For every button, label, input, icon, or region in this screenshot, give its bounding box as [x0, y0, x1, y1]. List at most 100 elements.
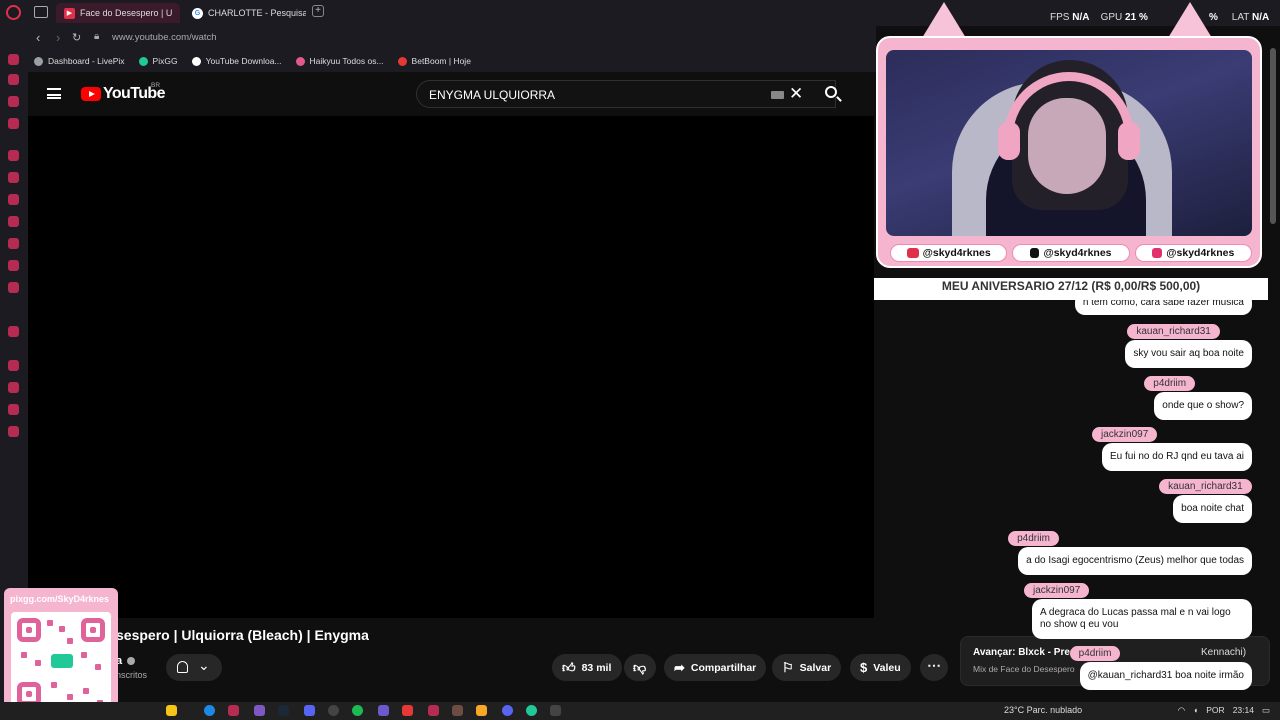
search-box[interactable]: ENYGMA ULQUIORRA ✕	[416, 80, 836, 108]
sidebar-settings-icon[interactable]	[8, 426, 19, 437]
steam-icon[interactable]	[278, 705, 289, 716]
sidebar-x-icon[interactable]	[8, 260, 19, 271]
opera-taskbar-icon[interactable]	[228, 705, 239, 716]
volume-icon[interactable]: ◖	[1193, 705, 1198, 716]
notifications-icon[interactable]: ▭	[1262, 705, 1270, 716]
gpu-value: 21 %	[1125, 12, 1148, 23]
app-icon[interactable]	[428, 705, 439, 716]
app-icon[interactable]	[502, 705, 513, 716]
chat-message: p4driim @kauan_richard31 boa noite irmão	[1069, 646, 1252, 690]
bookmark-pixgg[interactable]: PixGG	[138, 56, 178, 66]
qr-module	[35, 660, 41, 666]
search-button[interactable]	[814, 80, 850, 108]
chat-message-text: Eu fui no do RJ qnd eu tava ai	[1102, 443, 1252, 471]
qr-module	[51, 682, 57, 688]
video-player[interactable]	[28, 116, 874, 618]
bookmark-label: BetBoom | Hoje	[411, 56, 471, 66]
tab-youtube[interactable]: ▶ Face do Desespero | U	[56, 3, 180, 23]
google-favicon-icon: G	[192, 7, 203, 19]
discord-taskbar-icon[interactable]	[304, 705, 315, 716]
copilot-icon[interactable]	[166, 705, 177, 716]
more-actions-button[interactable]: ⋯	[920, 654, 948, 681]
share-button[interactable]: ➦ Compartilhar	[664, 654, 767, 681]
sidebar-history-icon[interactable]	[8, 360, 19, 371]
dislike-button[interactable]: 👎︎	[624, 654, 656, 681]
app-icon[interactable]	[254, 705, 265, 716]
social-youtube: @skyd4rknes	[890, 244, 1008, 262]
youtube-logo-icon[interactable]	[81, 87, 101, 101]
search-input[interactable]: ENYGMA ULQUIORRA	[429, 88, 555, 102]
notifications-button[interactable]: ⌄	[166, 654, 222, 681]
sidebar-discord-icon[interactable]	[8, 282, 19, 293]
sidebar-clock-icon[interactable]	[8, 382, 19, 393]
like-button[interactable]: 👍︎ 83 mil	[552, 654, 622, 681]
qr-module	[83, 688, 89, 694]
app-icon[interactable]	[526, 705, 537, 716]
up-next-subtitle: Mix de Face do Desespero	[973, 664, 1075, 674]
new-tab-button[interactable]: +	[312, 5, 324, 17]
fps-label: FPS	[1050, 12, 1070, 23]
chat-message: kauan_richard31 boa noite chat	[1159, 479, 1252, 523]
fps-value: N/A	[1072, 12, 1090, 23]
bookmark-label: YouTube Downloa...	[205, 56, 282, 66]
back-icon[interactable]: ‹	[36, 30, 40, 45]
tab-google[interactable]: G CHARLOTTE - Pesquisa G	[184, 3, 306, 23]
bookmarks-bar: Dashboard - LivePix PixGG YouTube Downlo…	[28, 50, 876, 72]
reload-icon[interactable]: ↻	[72, 31, 81, 44]
thanks-button[interactable]: $ Valeu	[850, 654, 911, 681]
forward-icon[interactable]: ›	[56, 30, 60, 45]
bookmark-icon: ⚐	[782, 659, 794, 675]
app-icon[interactable]	[402, 705, 413, 716]
clock[interactable]: 23:14	[1233, 705, 1254, 716]
scrollbar[interactable]	[1270, 48, 1276, 224]
qr-module	[47, 620, 53, 626]
qr-finder	[81, 618, 105, 642]
app-icon[interactable]	[550, 705, 561, 716]
sidebar-extension-icon[interactable]	[8, 326, 19, 337]
social-instagram: @skyd4rknes	[1134, 244, 1252, 262]
app-icon[interactable]	[378, 705, 389, 716]
edge-icon[interactable]	[204, 705, 215, 716]
gpu-label: GPU	[1100, 12, 1123, 23]
bookmark-haikyuu[interactable]: Haikyuu Todos os...	[295, 56, 384, 66]
subscriber-count: nscritos	[116, 670, 148, 680]
sidebar-messenger-icon[interactable]	[8, 118, 19, 129]
obs-icon[interactable]	[328, 705, 339, 716]
bookmark-betboom[interactable]: BetBoom | Hoje	[397, 56, 471, 66]
sidebar-home-icon[interactable]	[8, 54, 19, 65]
lat-value: N/A	[1251, 12, 1270, 23]
app-icon[interactable]	[452, 705, 463, 716]
sidebar-chat-icon[interactable]	[8, 96, 19, 107]
bookmark-youtube-downloader[interactable]: YouTube Downloa...	[191, 56, 282, 66]
wifi-icon[interactable]: ◠	[1178, 705, 1185, 716]
spotify-icon[interactable]	[352, 705, 363, 716]
qr-module	[81, 652, 87, 658]
sidebar-instagram-icon[interactable]	[8, 216, 19, 227]
social-handle: @skyd4rknes	[1166, 247, 1235, 259]
bookmark-livepix[interactable]: Dashboard - LivePix	[34, 56, 125, 66]
weather-widget[interactable]: 23°C Parc. nublado	[1004, 705, 1082, 715]
sidebar-downloads-icon[interactable]	[8, 404, 19, 415]
sidebar-whatsapp-icon[interactable]	[8, 194, 19, 205]
clear-search-icon[interactable]: ✕	[789, 84, 803, 104]
url-field[interactable]: www.youtube.com/watch	[112, 32, 217, 43]
sidebar-aria-icon[interactable]	[8, 150, 19, 161]
keyboard-icon[interactable]	[771, 91, 784, 99]
file-explorer-icon[interactable]	[476, 705, 487, 716]
chat-message: p4driim a do Isagi egocentrismo (Zeus) m…	[1008, 531, 1252, 575]
sidebar-music-icon[interactable]	[8, 74, 19, 85]
sidebar-twitch-icon[interactable]	[8, 172, 19, 183]
save-button[interactable]: ⚐ Salvar	[772, 654, 842, 681]
qr-code-icon	[11, 612, 111, 712]
menu-icon[interactable]	[47, 88, 61, 99]
lat-label: LAT	[1231, 12, 1250, 23]
chat-message-text: boa noite chat	[1173, 495, 1252, 523]
webcam-frame: @skyd4rknes @skyd4rknes @skyd4rknes	[876, 36, 1262, 268]
qr-finder	[17, 618, 41, 642]
opera-logo-icon[interactable]	[6, 5, 21, 20]
save-label: Salvar	[799, 661, 832, 674]
chat-username: p4driim	[1008, 531, 1059, 546]
tab-manager-icon[interactable]	[34, 6, 48, 18]
language-indicator[interactable]: POR	[1206, 705, 1224, 716]
sidebar-tiktok-icon[interactable]	[8, 238, 19, 249]
